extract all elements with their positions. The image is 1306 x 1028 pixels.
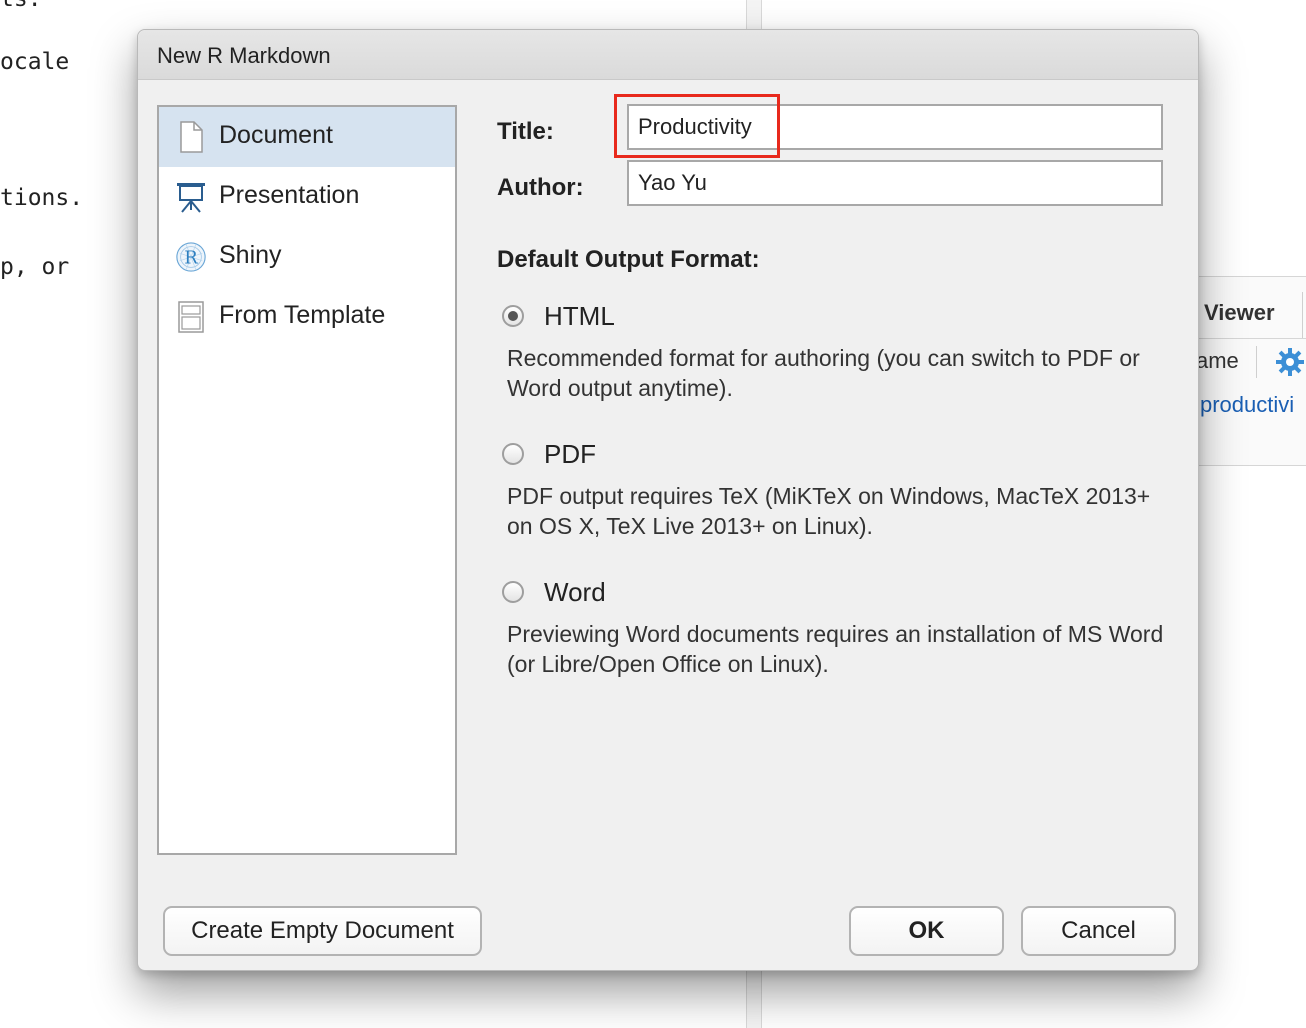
type-item-shiny[interactable]: R Shiny — [159, 227, 455, 287]
radio-html[interactable] — [502, 305, 524, 327]
author-field[interactable] — [627, 160, 1163, 206]
title-field[interactable] — [627, 104, 1163, 150]
document-type-list: Document Presentation R Shiny From Templ… — [157, 105, 457, 855]
cancel-button[interactable]: Cancel — [1021, 906, 1176, 956]
tab-divider — [1302, 292, 1303, 338]
title-label: Title: — [497, 118, 554, 145]
type-item-from-template[interactable]: From Template — [159, 287, 455, 347]
dialog-title: New R Markdown — [157, 43, 331, 68]
code-line: ts. — [0, 0, 42, 12]
column-divider — [1256, 346, 1257, 378]
dialog-titlebar[interactable]: New R Markdown — [138, 30, 1198, 80]
radio-pdf[interactable] — [502, 443, 524, 465]
shiny-r-icon: R — [176, 242, 206, 272]
presentation-icon — [177, 183, 205, 213]
ok-button[interactable]: OK — [849, 906, 1004, 956]
type-label: Document — [219, 121, 333, 149]
file-link[interactable]: productivi — [1200, 392, 1294, 418]
gear-icon[interactable] — [1274, 346, 1306, 378]
radio-label-pdf[interactable]: PDF — [544, 439, 596, 470]
format-description: PDF output requires TeX (MiKTeX on Windo… — [507, 483, 1151, 539]
code-line: p, or — [0, 254, 70, 280]
document-icon — [180, 121, 203, 153]
new-rmarkdown-dialog: New R Markdown Document Presentation R S… — [137, 29, 1199, 971]
type-item-presentation[interactable]: Presentation — [159, 167, 455, 227]
format-description: Previewing Word documents requires an in… — [507, 621, 1164, 677]
code-line: tions. — [0, 185, 84, 211]
column-header-name[interactable]: ame — [1196, 348, 1239, 374]
radio-label-word[interactable]: Word — [544, 577, 606, 608]
code-line: ocale — [0, 49, 70, 75]
template-icon — [178, 301, 204, 333]
create-empty-document-button[interactable]: Create Empty Document — [163, 906, 482, 956]
radio-label-html[interactable]: HTML — [544, 301, 615, 332]
type-label: From Template — [219, 301, 386, 329]
type-label: Shiny — [219, 241, 282, 269]
tab-viewer[interactable]: Viewer — [1204, 300, 1275, 326]
author-label: Author: — [497, 174, 584, 201]
svg-text:R: R — [184, 248, 198, 269]
format-description: Recommended format for authoring (you ca… — [507, 345, 1140, 401]
type-label: Presentation — [219, 181, 360, 209]
radio-word[interactable] — [502, 581, 524, 603]
output-format-heading: Default Output Format: — [497, 246, 760, 273]
type-item-document[interactable]: Document — [159, 107, 455, 167]
